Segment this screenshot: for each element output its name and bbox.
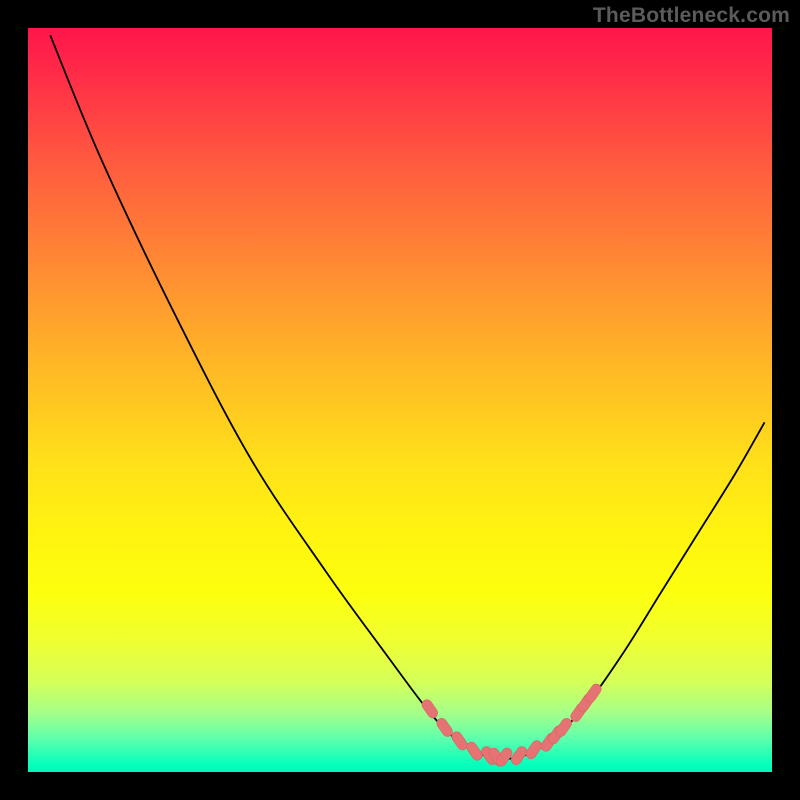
marker-point bbox=[450, 730, 470, 752]
bottleneck-chart bbox=[28, 28, 772, 772]
marker-point bbox=[524, 739, 544, 761]
marker-point bbox=[420, 698, 440, 720]
marker-cluster bbox=[420, 682, 603, 768]
watermark-text: TheBottleneck.com bbox=[593, 4, 790, 28]
bottleneck-curve bbox=[50, 35, 764, 759]
chart-canvas bbox=[28, 28, 772, 772]
